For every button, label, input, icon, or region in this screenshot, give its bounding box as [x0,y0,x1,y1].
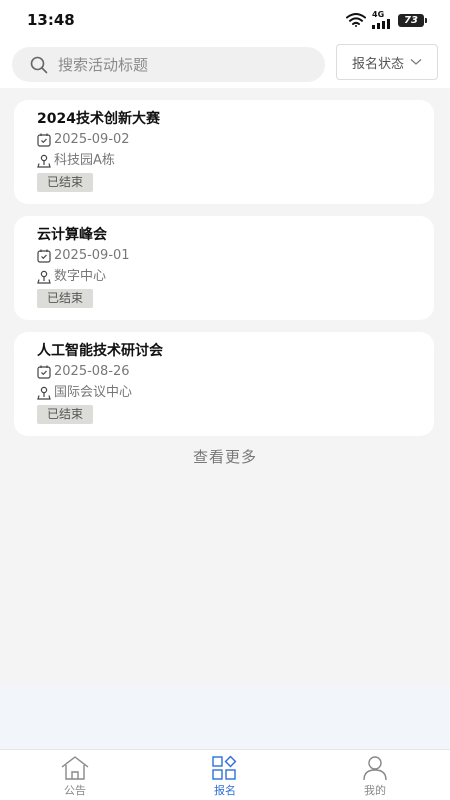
location-icon [37,154,51,168]
status-badge: 已结束 [37,173,94,192]
tab-label: 我的 [364,784,386,797]
tab-announcements[interactable]: 公告 [0,750,150,800]
event-card[interactable]: 人工智能技术研讨会 2025-08-26 国际会议中心 已结束 [14,332,434,436]
event-date-row: 2025-08-26 [37,361,434,382]
tab-label: 公告 [64,784,86,797]
event-location: 国际会议中心 [54,385,133,400]
app-screen: 13:48 4G 73 搜索活动标题 报名状态 2024技术创新大赛 2025-… [0,0,450,800]
status-time: 13:48 [27,11,75,29]
grid-icon [212,755,237,780]
wifi-icon [346,13,366,27]
home-icon [61,756,89,780]
chevron-down-icon [410,59,422,65]
event-location: 数字中心 [54,269,107,284]
event-date-row: 2025-09-01 [37,245,434,266]
network-type: 4G [372,10,385,19]
event-title: 人工智能技术研讨会 [37,343,163,359]
tab-label: 报名 [214,784,236,797]
event-location: 科技园A栋 [54,153,115,168]
event-title: 2024技术创新大赛 [37,111,160,127]
event-date: 2025-08-26 [54,364,130,379]
search-placeholder: 搜索活动标题 [58,56,149,74]
calendar-icon [37,133,51,147]
event-location-row: 科技园A栋 [37,150,434,171]
status-bar: 13:48 4G 73 [0,0,450,40]
search-header: 搜索活动标题 报名状态 [0,40,450,88]
event-date: 2025-09-01 [54,248,130,263]
bottom-tab-bar: 公告 报名 我的 [0,749,450,800]
search-icon [30,56,48,73]
event-card[interactable]: 云计算峰会 2025-09-01 数字中心 已结束 [14,216,434,320]
user-icon [363,756,387,781]
tab-signup[interactable]: 报名 [150,750,300,800]
event-date: 2025-09-02 [54,132,130,147]
tab-profile[interactable]: 我的 [300,750,450,800]
event-location-row: 数字中心 [37,266,434,287]
event-date-row: 2025-09-02 [37,129,434,150]
search-input[interactable]: 搜索活动标题 [12,47,325,82]
load-more-link[interactable]: 查看更多 [0,446,450,467]
dropdown-label: 报名状态 [351,56,404,72]
signup-status-dropdown[interactable]: 报名状态 [336,44,438,80]
status-badge: 已结束 [37,405,94,424]
event-card[interactable]: 2024技术创新大赛 2025-09-02 科技园A栋 已结束 [14,100,434,204]
location-icon [37,386,51,400]
battery-icon: 73 [398,13,427,27]
calendar-icon [37,365,51,379]
status-icons: 4G 73 [346,10,427,29]
bottom-spacer [0,686,450,749]
event-title: 云计算峰会 [37,227,107,243]
signal-icon [372,19,390,29]
event-location-row: 国际会议中心 [37,382,434,403]
location-icon [37,270,51,284]
status-badge: 已结束 [37,289,94,308]
calendar-icon [37,249,51,263]
